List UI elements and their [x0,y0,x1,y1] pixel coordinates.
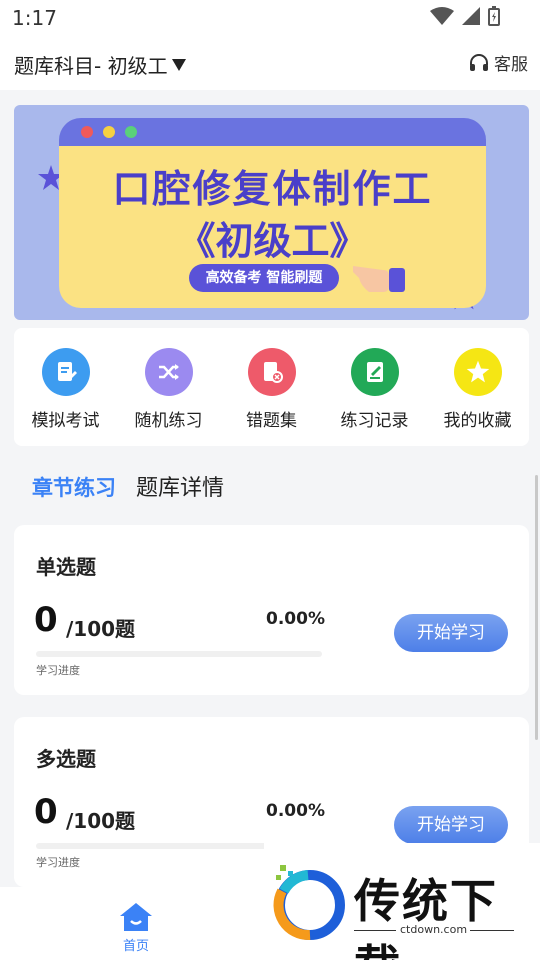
quick-action-favorites[interactable]: 我的收藏 [428,348,528,446]
watermark-divider [354,930,396,931]
wifi-icon [430,7,454,25]
quick-action-label: 模拟考试 [31,411,100,431]
promo-banner[interactable]: 口腔修复体制作工 《初级工》 高效备考 智能刷题 [14,105,529,320]
pointing-hand-icon [353,266,405,292]
quick-action-label: 练习记录 [340,411,409,431]
quick-actions: 模拟考试 随机练习 错题集 练习记录 我的收藏 [14,328,529,446]
banner-window: 口腔修复体制作工 《初级工》 高效备考 智能刷题 [59,118,486,308]
question-card-single: 单选题 0 /100题 0.00% 学习进度 开始学习 [14,525,529,695]
exam-icon [41,348,90,396]
error-book-icon [247,348,296,396]
watermark: 传统下载 ctdown.com [264,843,540,960]
progress-percent: 0.00% [266,609,325,629]
tab-chapter-practice[interactable]: 章节练习 [32,472,116,502]
progress-label: 学习进度 [36,856,80,869]
watermark-url: ctdown.com [400,923,468,936]
quick-action-mock-exam[interactable]: 模拟考试 [16,348,116,446]
headset-icon [470,53,488,71]
quick-action-practice-record[interactable]: 练习记录 [325,348,425,446]
watermark-divider [470,930,514,931]
quick-action-label: 我的收藏 [443,411,512,431]
tab-bank-details[interactable]: 题库详情 [136,470,224,502]
start-study-button[interactable]: 开始学习 [394,614,508,652]
studied-count: 0 [34,600,58,640]
progress-percent: 0.00% [266,801,325,821]
studied-count: 0 [34,792,58,832]
window-dot [125,126,137,138]
subject-label: 题库科目- 初级工 [14,54,168,78]
start-study-button[interactable]: 开始学习 [394,806,508,844]
subject-selector[interactable]: 题库科目- 初级工 [14,50,186,79]
watermark-text: 传统下载 [354,874,498,960]
service-label: 客服 [494,55,528,75]
total-count: /100题 [66,809,136,833]
battery-icon [488,6,500,26]
signal-icon [462,7,480,25]
scrollbar[interactable] [535,475,538,740]
home-icon [120,903,152,931]
question-type-title: 单选题 [36,555,96,579]
shuffle-icon [144,348,193,396]
status-time: 1:17 [12,6,57,30]
dropdown-triangle-icon [171,58,186,71]
total-count: /100题 [66,617,136,641]
watermark-logo-icon [273,865,345,941]
star-icon [453,348,502,396]
progress-label: 学习进度 [36,664,80,677]
status-icons [430,6,500,26]
nav-home-label: 首页 [122,939,149,954]
window-dot [103,126,115,138]
customer-service-button[interactable]: 客服 [468,50,528,75]
question-type-title: 多选题 [36,747,96,771]
progress-bar [36,651,322,657]
banner-title: 口腔修复体制作工 [112,167,433,211]
banner-subtitle: 《初级工》 [177,219,368,263]
quick-action-label: 错题集 [246,411,297,431]
quick-action-error-book[interactable]: 错题集 [222,348,322,446]
banner-tagline: 高效备考 智能刷题 [189,264,339,292]
status-bar: 1:17 [0,0,540,36]
nav-home[interactable]: 首页 [112,901,160,954]
quick-action-random-practice[interactable]: 随机练习 [119,348,219,446]
practice-tabs: 章节练习 题库详情 [32,470,224,502]
app-header: 题库科目- 初级工 客服 [0,36,540,90]
window-dot [81,126,93,138]
quick-action-label: 随机练习 [134,411,203,431]
record-icon [350,348,399,396]
